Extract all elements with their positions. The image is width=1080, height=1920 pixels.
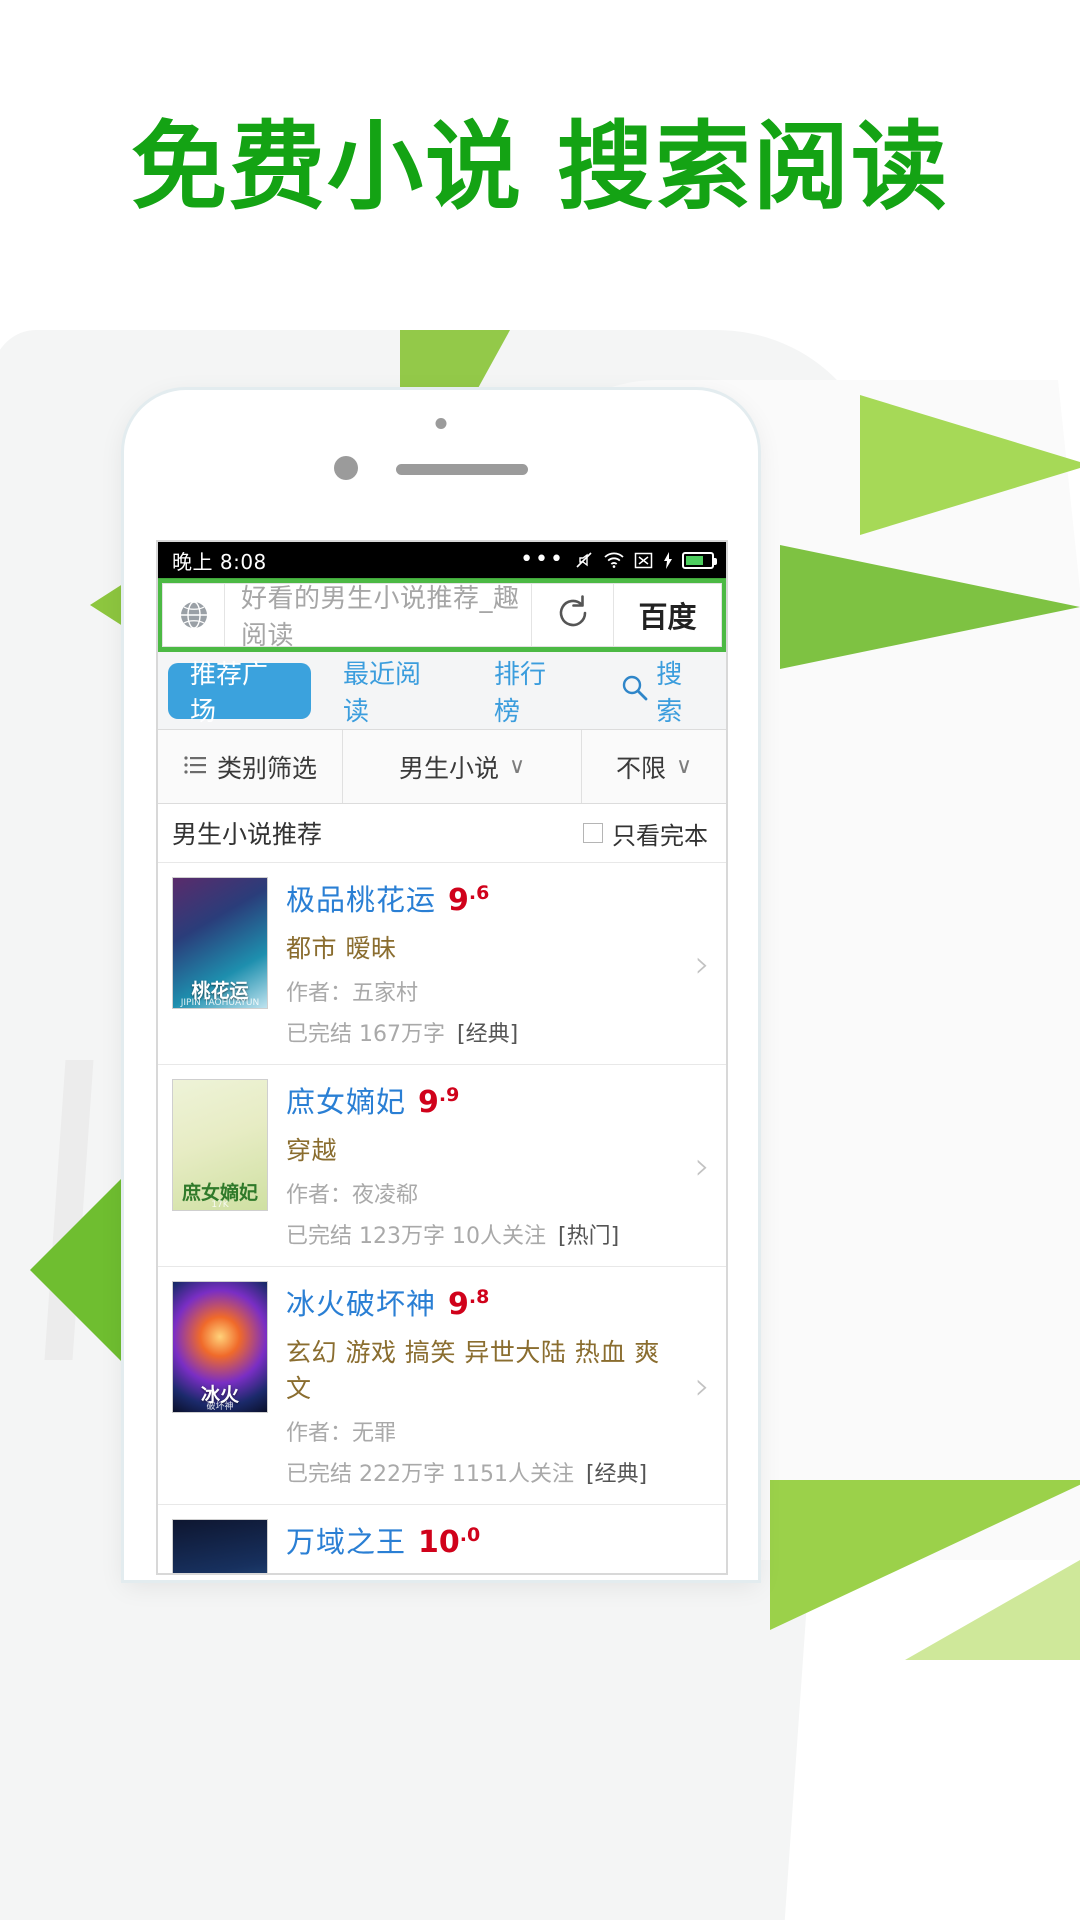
book-title[interactable]: 万域之王 [286, 1519, 406, 1561]
only-finished-label: 只看完本 [612, 821, 708, 850]
phone-mockup: 晚上 8:08 ••• 好看的男生小说推荐_趣阅读 百度 推荐广场 最近阅读 排… [124, 390, 758, 1580]
book-cover-subtitle: 17K [211, 1200, 229, 1210]
book-cover: 桃花运 JIPIN TAOHUAYUN [172, 877, 268, 1009]
book-info: 万域之王 10.0 玄幻 异世大陆 热血 爽文 作者：逆苍天 连载中 246万字… [268, 1519, 712, 1573]
book-badge: [经典] [585, 1462, 648, 1487]
wifi-icon [603, 551, 625, 569]
chevron-down-icon: ∨ [508, 754, 526, 779]
book-list-item[interactable]: 庶女嫡妃 17K 庶女嫡妃 9.9 穿越 作者：夜凌郗 已完结 123万字 10… [158, 1064, 726, 1266]
book-cover: 庶女嫡妃 17K [172, 1079, 268, 1211]
book-cover-subtitle: JIPIN TAOHUAYUN [180, 998, 260, 1008]
filter-genre-label: 男生小说 [398, 753, 499, 783]
chevron-right-icon: › [694, 1363, 710, 1408]
tab-search-label: 搜索 [656, 659, 683, 727]
book-title[interactable]: 极品桃花运 [286, 877, 436, 919]
signal-x-icon [634, 551, 653, 570]
globe-icon [163, 584, 225, 646]
book-tags: 玄幻 异世大陆 热血 爽文 [286, 1571, 672, 1573]
book-stats: 已完结 123万字 10人关注 [热门] [286, 1224, 620, 1249]
sensor-icon [334, 456, 358, 480]
list-icon [183, 752, 207, 781]
filter-genre[interactable]: 男生小说 ∨ [343, 730, 582, 803]
tab-bar: 推荐广场 最近阅读 排行榜 搜索 [158, 652, 726, 730]
book-list-item[interactable]: 万域之王 逆苍天 万域之王 10.0 玄幻 异世大陆 热血 爽文 作者：逆苍天 … [158, 1504, 726, 1573]
status-bar: 晚上 8:08 ••• [158, 542, 726, 578]
tab-ranking[interactable]: 排行榜 [468, 652, 594, 729]
book-author: 作者：无罪 [286, 1421, 397, 1446]
url-input-placeholder: 好看的男生小说推荐_趣阅读 [241, 584, 520, 651]
book-list-item[interactable]: 冰火 破坏神 冰火破坏神 9.8 玄幻 游戏 搞笑 异世大陆 热血 爽文 作者：… [158, 1266, 726, 1504]
book-title[interactable]: 庶女嫡妃 [286, 1079, 406, 1121]
book-badge: [经典] [457, 1022, 519, 1047]
book-cover: 冰火 破坏神 [172, 1281, 268, 1413]
page-title: 免费小说 搜索阅读 [0, 110, 1080, 225]
phone-screen: 晚上 8:08 ••• 好看的男生小说推荐_趣阅读 百度 推荐广场 最近阅读 排… [156, 540, 728, 1575]
charging-icon [662, 551, 673, 570]
book-info: 冰火破坏神 9.8 玄幻 游戏 搞笑 异世大陆 热血 爽文 作者：无罪 已完结 … [268, 1281, 712, 1488]
only-finished-checkbox[interactable] [583, 823, 603, 843]
book-cover-subtitle: 破坏神 [206, 1402, 234, 1412]
filter-category[interactable]: 类别筛选 [158, 730, 343, 803]
browser-bar: 好看的男生小说推荐_趣阅读 百度 [158, 578, 726, 652]
search-icon [620, 673, 648, 708]
book-tags: 穿越 [286, 1136, 338, 1165]
earpiece-speaker [396, 464, 528, 475]
only-finished-toggle[interactable]: 只看完本 [583, 816, 708, 851]
book-score: 10.0 [418, 1524, 481, 1560]
book-author: 作者：夜凌郗 [286, 1183, 419, 1208]
book-badge: [热门] [557, 1224, 620, 1249]
book-info: 庶女嫡妃 9.9 穿越 作者：夜凌郗 已完结 123万字 10人关注 [热门] [268, 1079, 712, 1250]
book-score: 9.9 [418, 1084, 460, 1120]
refresh-icon [552, 592, 594, 638]
mute-icon [574, 550, 594, 570]
front-camera-icon [435, 418, 447, 429]
bg-triangle-3 [780, 545, 1080, 669]
url-input[interactable]: 好看的男生小说推荐_趣阅读 [225, 584, 531, 651]
bg-triangle-7 [905, 1560, 1080, 1660]
tab-recent[interactable]: 最近阅读 [317, 652, 468, 729]
section-title: 男生小说推荐 [172, 820, 323, 849]
filter-scope-label: 不限 [615, 753, 666, 783]
book-stats: 已完结 167万字 [经典] [286, 1022, 519, 1047]
tab-search[interactable]: 搜索 [594, 652, 726, 729]
book-stats: 已完结 222万字 1151人关注 [经典] [286, 1462, 648, 1487]
page-title-part2: 搜索阅读 [557, 111, 949, 223]
book-score: 9.6 [448, 882, 490, 918]
book-tags: 玄幻 游戏 搞笑 异世大陆 热血 爽文 [286, 1338, 660, 1403]
status-time: 晚上 8:08 [172, 549, 267, 574]
filter-bar: 类别筛选 男生小说 ∨ 不限 ∨ [158, 730, 726, 804]
book-cover: 万域之王 逆苍天 [172, 1519, 268, 1573]
filter-scope[interactable]: 不限 ∨ [582, 730, 726, 803]
section-header: 男生小说推荐 只看完本 [158, 804, 726, 862]
book-tags: 都市 暧昧 [286, 934, 397, 963]
chevron-right-icon: › [694, 941, 710, 986]
book-author: 作者：五家村 [286, 981, 419, 1006]
book-score: 9.8 [448, 1286, 490, 1322]
bg-triangle-2 [860, 395, 1080, 535]
search-engine-button[interactable]: 百度 [613, 584, 721, 646]
chevron-right-icon: › [694, 1143, 710, 1188]
more-dots-icon: ••• [520, 547, 565, 572]
page-title-part1: 免费小说 [131, 111, 523, 223]
refresh-button[interactable] [531, 584, 613, 646]
book-info: 极品桃花运 9.6 都市 暧昧 作者：五家村 已完结 167万字 [经典] [268, 877, 712, 1048]
book-list-item[interactable]: 桃花运 JIPIN TAOHUAYUN 极品桃花运 9.6 都市 暧昧 作者：五… [158, 862, 726, 1064]
chevron-down-icon: ∨ [675, 754, 693, 779]
battery-icon [682, 551, 717, 569]
book-title[interactable]: 冰火破坏神 [286, 1281, 436, 1323]
filter-category-label: 类别筛选 [216, 753, 317, 783]
tab-recommend[interactable]: 推荐广场 [168, 660, 311, 727]
